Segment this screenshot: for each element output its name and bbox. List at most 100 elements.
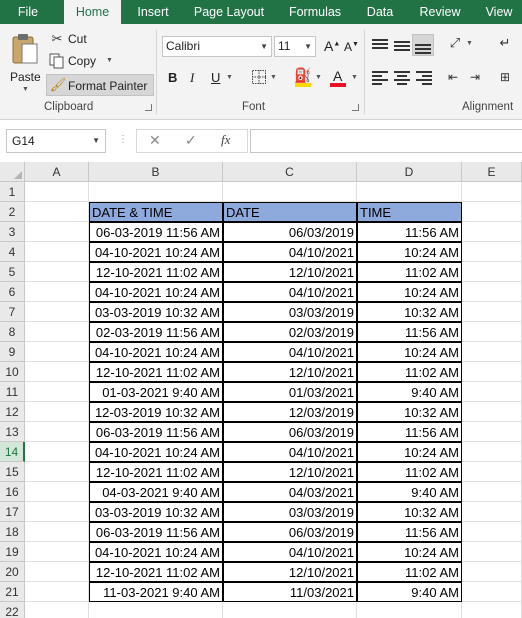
cell-c1[interactable]	[223, 182, 357, 202]
row-header-6[interactable]: 6	[0, 282, 25, 302]
cell-d22[interactable]	[357, 602, 462, 618]
row-header-3[interactable]: 3	[0, 222, 25, 242]
cell-a7[interactable]	[25, 302, 89, 322]
table-cell[interactable]: 06/03/2019	[223, 522, 357, 542]
tab-data[interactable]: Data	[360, 0, 400, 24]
cell-e4[interactable]	[462, 242, 522, 262]
tab-review[interactable]: Review	[412, 0, 468, 24]
row-header-22[interactable]: 22	[0, 602, 25, 618]
cell-b22[interactable]	[89, 602, 223, 618]
table-cell[interactable]: 12/03/2019	[223, 402, 357, 422]
name-box[interactable]: G14 ▼	[6, 129, 106, 153]
clipboard-dialog-launcher-icon[interactable]	[145, 104, 152, 111]
cell-a2[interactable]	[25, 202, 89, 222]
align-bottom-button[interactable]	[412, 34, 434, 56]
row-header-10[interactable]: 10	[0, 362, 25, 382]
font-color-button[interactable]: A ▼	[328, 66, 360, 88]
font-dialog-launcher-icon[interactable]	[352, 104, 359, 111]
align-left-icon[interactable]	[372, 70, 388, 85]
enter-icon[interactable]: ✓	[185, 132, 197, 149]
table-cell[interactable]: 10:32 AM	[357, 402, 462, 422]
table-cell[interactable]: 9:40 AM	[357, 482, 462, 502]
cell-e1[interactable]	[462, 182, 522, 202]
cell-e7[interactable]	[462, 302, 522, 322]
cell-b1[interactable]	[89, 182, 223, 202]
table-cell[interactable]: 10:32 AM	[357, 302, 462, 322]
table-cell[interactable]: 11:56 AM	[357, 322, 462, 342]
table-cell[interactable]: 04-10-2021 10:24 AM	[89, 282, 223, 302]
table-cell[interactable]: 01/03/2021	[223, 382, 357, 402]
table-cell[interactable]: 11/03/2021	[223, 582, 357, 602]
column-header-a[interactable]: A	[25, 162, 89, 182]
table-cell[interactable]: 11:56 AM	[357, 522, 462, 542]
cell-e16[interactable]	[462, 482, 522, 502]
cell-a6[interactable]	[25, 282, 89, 302]
table-cell[interactable]: 10:32 AM	[357, 502, 462, 522]
table-cell[interactable]: 11-03-2021 9:40 AM	[89, 582, 223, 602]
cell-e18[interactable]	[462, 522, 522, 542]
cell-e12[interactable]	[462, 402, 522, 422]
table-cell[interactable]: 02-03-2019 11:56 AM	[89, 322, 223, 342]
table-cell[interactable]: 12-10-2021 11:02 AM	[89, 462, 223, 482]
row-header-16[interactable]: 16	[0, 482, 25, 502]
table-cell[interactable]: 04/10/2021	[223, 542, 357, 562]
cell-e11[interactable]	[462, 382, 522, 402]
table-cell[interactable]: 10:24 AM	[357, 542, 462, 562]
cell-a9[interactable]	[25, 342, 89, 362]
cell-a5[interactable]	[25, 262, 89, 282]
table-cell[interactable]: 03/03/2019	[223, 502, 357, 522]
row-header-14[interactable]: 14	[0, 442, 25, 462]
row-header-19[interactable]: 19	[0, 542, 25, 562]
cell-a8[interactable]	[25, 322, 89, 342]
cell-e10[interactable]	[462, 362, 522, 382]
table-cell[interactable]: 11:02 AM	[357, 562, 462, 582]
column-header-c[interactable]: C	[223, 162, 357, 182]
tab-formulas[interactable]: Formulas	[280, 0, 350, 24]
copy-dropdown-icon[interactable]: ▼	[106, 57, 113, 64]
copy-button[interactable]: Copy ▼	[48, 52, 118, 70]
underline-button[interactable]: U	[211, 70, 220, 85]
table-cell[interactable]: 06-03-2019 11:56 AM	[89, 222, 223, 242]
cell-e20[interactable]	[462, 562, 522, 582]
decrease-indent-icon[interactable]: ⇤	[444, 68, 462, 86]
cell-e17[interactable]	[462, 502, 522, 522]
cell-a12[interactable]	[25, 402, 89, 422]
table-cell[interactable]: 01-03-2021 9:40 AM	[89, 382, 223, 402]
insert-function-icon[interactable]: fx	[221, 132, 230, 148]
cell-a22[interactable]	[25, 602, 89, 618]
table-cell[interactable]: 11:02 AM	[357, 462, 462, 482]
table-cell[interactable]: 06-03-2019 11:56 AM	[89, 422, 223, 442]
table-cell[interactable]: 03-03-2019 10:32 AM	[89, 502, 223, 522]
row-header-4[interactable]: 4	[0, 242, 25, 262]
table-cell[interactable]: 04/10/2021	[223, 242, 357, 262]
cell-e6[interactable]	[462, 282, 522, 302]
row-header-7[interactable]: 7	[0, 302, 25, 322]
table-cell[interactable]: 06/03/2019	[223, 422, 357, 442]
cell-a14[interactable]	[25, 442, 89, 462]
row-header-15[interactable]: 15	[0, 462, 25, 482]
table-cell[interactable]: 12-10-2021 11:02 AM	[89, 362, 223, 382]
table-cell[interactable]: 04-03-2021 9:40 AM	[89, 482, 223, 502]
cell-a18[interactable]	[25, 522, 89, 542]
cell-e21[interactable]	[462, 582, 522, 602]
paste-button[interactable]: Paste ▼	[6, 30, 44, 96]
table-cell[interactable]: 12/10/2021	[223, 362, 357, 382]
row-header-18[interactable]: 18	[0, 522, 25, 542]
fill-color-button[interactable]: ⛽ ▼	[292, 66, 324, 88]
row-header-1[interactable]: 1	[0, 182, 25, 202]
cell-e5[interactable]	[462, 262, 522, 282]
cell-c22[interactable]	[223, 602, 357, 618]
cancel-icon[interactable]: ✕	[149, 132, 161, 149]
font-name-combo[interactable]: Calibri ▼	[162, 36, 272, 57]
cut-button[interactable]: ✂ Cut	[48, 30, 108, 48]
format-painter-button[interactable]: 🖌 Format Painter	[46, 74, 154, 96]
table-cell[interactable]: 12/10/2021	[223, 562, 357, 582]
increase-font-size-button[interactable]: A▲	[324, 38, 340, 54]
table-cell[interactable]: 12-10-2021 11:02 AM	[89, 562, 223, 582]
table-header-cell[interactable]: TIME	[357, 202, 462, 222]
row-header-12[interactable]: 12	[0, 402, 25, 422]
table-cell[interactable]: 11:56 AM	[357, 422, 462, 442]
cell-e15[interactable]	[462, 462, 522, 482]
borders-button[interactable]: ▼	[250, 68, 280, 86]
cell-e8[interactable]	[462, 322, 522, 342]
